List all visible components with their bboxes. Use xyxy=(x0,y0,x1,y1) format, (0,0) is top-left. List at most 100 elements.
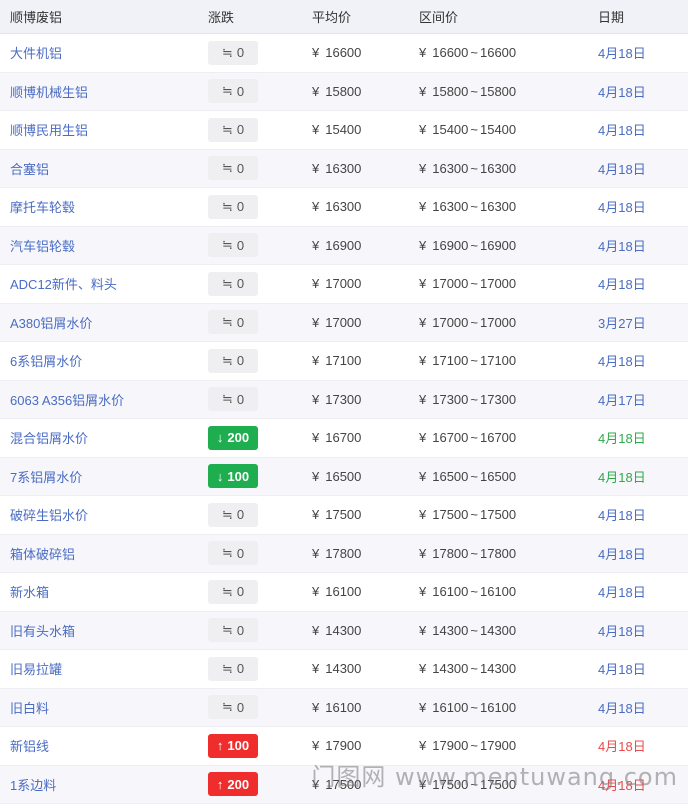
avg-price-value: 16900 xyxy=(325,238,361,253)
material-name-link[interactable]: 旧易拉罐 xyxy=(10,650,200,688)
range-high: 17800 xyxy=(480,546,516,561)
material-name-link[interactable]: 箱体破碎铝 xyxy=(10,535,200,573)
range-low: 16300 xyxy=(432,161,468,176)
range-high: 15800 xyxy=(480,84,516,99)
change-value: 0 xyxy=(237,84,244,99)
avg-price: ¥17500 xyxy=(312,496,407,534)
change-badge: ↑200 xyxy=(208,772,258,796)
change-badge: ≒0 xyxy=(208,349,258,373)
yuan-icon: ¥ xyxy=(419,276,426,291)
range-price: ¥15800~15800 xyxy=(419,73,579,111)
change-value: 0 xyxy=(237,507,244,522)
avg-price-value: 17900 xyxy=(325,738,361,753)
table-row: 6系铝屑水价≒0¥17100¥17100~171004月18日 xyxy=(0,342,688,381)
yuan-icon: ¥ xyxy=(312,238,319,253)
material-name-link[interactable]: 新水箱 xyxy=(10,573,200,611)
yuan-icon: ¥ xyxy=(419,507,426,522)
date-cell: 4月18日 xyxy=(598,612,668,650)
range-price: ¥17100~17100 xyxy=(419,342,579,380)
approx-equal-icon: ≒ xyxy=(222,45,233,61)
range-high: 16500 xyxy=(480,469,516,484)
material-name-link[interactable]: 合塞铝 xyxy=(10,150,200,188)
range-low: 17800 xyxy=(432,546,468,561)
material-name-link[interactable]: 6063 A356铝屑水价 xyxy=(10,381,200,419)
yuan-icon: ¥ xyxy=(312,469,319,484)
range-high: 14300 xyxy=(480,623,516,638)
material-name-link[interactable]: ADC12新件、料头 xyxy=(10,265,200,303)
change-badge: ≒0 xyxy=(208,310,258,334)
material-name-link[interactable]: A380铝屑水价 xyxy=(10,304,200,342)
material-name-link[interactable]: 混合铝屑水价 xyxy=(10,419,200,457)
avg-price-value: 17300 xyxy=(325,392,361,407)
range-separator: ~ xyxy=(470,469,478,484)
yuan-icon: ¥ xyxy=(419,430,426,445)
material-name-link[interactable]: 旧白料 xyxy=(10,689,200,727)
arrow-up-icon: ↑ xyxy=(217,738,224,753)
avg-price: ¥16900 xyxy=(312,227,407,265)
change-value: 0 xyxy=(237,122,244,137)
range-low: 16300 xyxy=(432,199,468,214)
change-cell: ≒0 xyxy=(208,150,288,188)
change-cell: ≒0 xyxy=(208,342,288,380)
table-row: 旧白料≒0¥16100¥16100~161004月18日 xyxy=(0,689,688,728)
avg-price-value: 16300 xyxy=(325,199,361,214)
material-name-link[interactable]: 7系铝屑水价 xyxy=(10,458,200,496)
material-name-link[interactable]: 大件机铝 xyxy=(10,34,200,72)
avg-price-value: 14300 xyxy=(325,623,361,638)
yuan-icon: ¥ xyxy=(419,45,426,60)
avg-price-value: 16600 xyxy=(325,45,361,60)
change-value: 100 xyxy=(227,469,249,484)
yuan-icon: ¥ xyxy=(419,738,426,753)
range-separator: ~ xyxy=(470,738,478,753)
range-high: 17500 xyxy=(480,507,516,522)
table-row: 大件机铝≒0¥16600¥16600~166004月18日 xyxy=(0,34,688,73)
change-badge: ≒0 xyxy=(208,233,258,257)
range-price: ¥16300~16300 xyxy=(419,150,579,188)
material-name-link[interactable]: 旧有头水箱 xyxy=(10,612,200,650)
range-price: ¥14300~14300 xyxy=(419,612,579,650)
material-name-link[interactable]: 摩托车轮毂 xyxy=(10,188,200,226)
date-cell: 4月18日 xyxy=(598,573,668,611)
range-separator: ~ xyxy=(470,546,478,561)
range-separator: ~ xyxy=(470,392,478,407)
yuan-icon: ¥ xyxy=(419,353,426,368)
yuan-icon: ¥ xyxy=(312,276,319,291)
material-name-link[interactable]: 新铝线 xyxy=(10,727,200,765)
approx-equal-icon: ≒ xyxy=(222,237,233,253)
date-cell: 4月18日 xyxy=(598,419,668,457)
material-name-link[interactable]: 顺博民用生铝 xyxy=(10,111,200,149)
change-value: 0 xyxy=(237,199,244,214)
yuan-icon: ¥ xyxy=(419,238,426,253)
yuan-icon: ¥ xyxy=(312,507,319,522)
material-name-link[interactable]: 顺博机械生铝 xyxy=(10,73,200,111)
yuan-icon: ¥ xyxy=(312,584,319,599)
avg-price-value: 16300 xyxy=(325,161,361,176)
range-price: ¥17500~17500 xyxy=(419,496,579,534)
change-badge: ≒0 xyxy=(208,195,258,219)
avg-price: ¥16100 xyxy=(312,689,407,727)
table-body: 大件机铝≒0¥16600¥16600~166004月18日顺博机械生铝≒0¥15… xyxy=(0,34,688,804)
range-high: 14300 xyxy=(480,661,516,676)
change-value: 0 xyxy=(237,584,244,599)
avg-price-value: 16500 xyxy=(325,469,361,484)
yuan-icon: ¥ xyxy=(312,84,319,99)
change-cell: ↑200 xyxy=(208,766,288,804)
change-badge: ↓200 xyxy=(208,426,258,450)
range-separator: ~ xyxy=(470,45,478,60)
range-separator: ~ xyxy=(470,276,478,291)
material-name-link[interactable]: 汽车铝轮毂 xyxy=(10,227,200,265)
approx-equal-icon: ≒ xyxy=(222,391,233,407)
yuan-icon: ¥ xyxy=(312,392,319,407)
material-name-link[interactable]: 1系边料 xyxy=(10,766,200,804)
approx-equal-icon: ≒ xyxy=(222,507,233,523)
date-cell: 4月18日 xyxy=(598,458,668,496)
change-badge: ≒0 xyxy=(208,503,258,527)
range-price: ¥15400~15400 xyxy=(419,111,579,149)
table-row: 旧有头水箱≒0¥14300¥14300~143004月18日 xyxy=(0,612,688,651)
avg-price-value: 17800 xyxy=(325,546,361,561)
range-low: 14300 xyxy=(432,661,468,676)
range-low: 16100 xyxy=(432,584,468,599)
date-cell: 4月18日 xyxy=(598,496,668,534)
material-name-link[interactable]: 破碎生铝水价 xyxy=(10,496,200,534)
material-name-link[interactable]: 6系铝屑水价 xyxy=(10,342,200,380)
